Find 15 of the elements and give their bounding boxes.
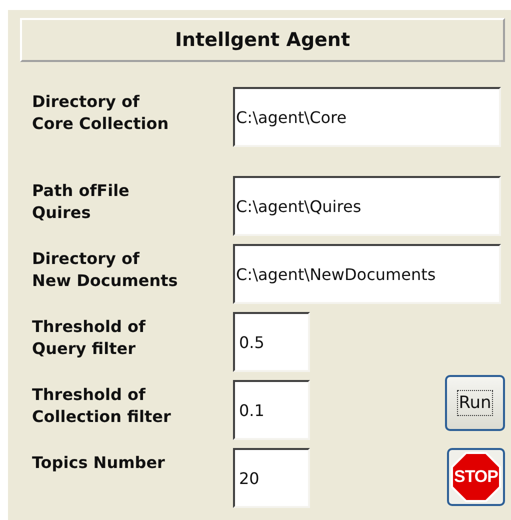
field-label: Threshold of Query filter: [32, 316, 147, 360]
field-label: Path ofFile Quires: [32, 180, 130, 224]
input-field[interactable]: 20: [233, 448, 310, 508]
stop-button[interactable]: STOP: [447, 448, 505, 506]
input-field[interactable]: 0.5: [233, 312, 310, 372]
input-field[interactable]: C:\agent\Quires: [233, 176, 501, 236]
input-field[interactable]: C:\agent\NewDocuments: [233, 244, 501, 304]
run-button[interactable]: Run: [445, 375, 505, 431]
input-field[interactable]: 0.1: [233, 380, 310, 440]
field-label: Topics Number: [32, 452, 166, 474]
field-label: Directory of New Documents: [32, 248, 179, 292]
input-field[interactable]: C:\agent\Core: [233, 87, 501, 147]
field-label: Threshold of Collection filter: [32, 384, 172, 428]
field-label: Directory of Core Collection: [32, 91, 170, 135]
panel-title: Intellgent Agent: [20, 18, 505, 62]
